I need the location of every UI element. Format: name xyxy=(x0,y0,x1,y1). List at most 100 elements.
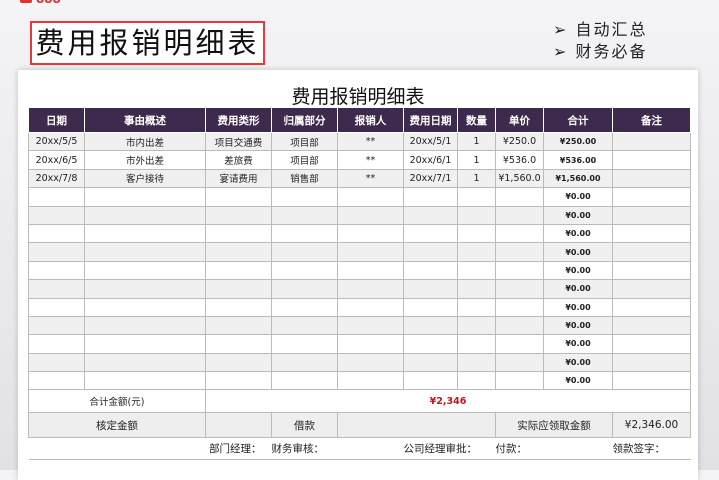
table-cell[interactable] xyxy=(612,242,691,262)
table-cell[interactable] xyxy=(337,187,404,207)
table-cell[interactable] xyxy=(457,223,496,244)
table-cell[interactable] xyxy=(28,371,85,391)
table-cell[interactable] xyxy=(612,297,691,317)
table-cell[interactable] xyxy=(271,371,338,391)
table-cell[interactable]: 市内出差 xyxy=(84,131,206,152)
table-cell[interactable]: ¥0.00 xyxy=(543,297,613,317)
table-cell[interactable] xyxy=(271,315,338,336)
table-cell[interactable] xyxy=(612,334,691,354)
table-cell[interactable] xyxy=(457,205,496,225)
table-cell[interactable] xyxy=(495,371,544,391)
table-cell[interactable] xyxy=(337,242,404,262)
table-cell[interactable] xyxy=(457,315,496,336)
table-cell[interactable] xyxy=(337,205,404,225)
table-cell[interactable] xyxy=(205,279,272,299)
table-cell[interactable]: ¥250.0 xyxy=(495,131,544,152)
approved-value[interactable] xyxy=(205,412,272,439)
table-cell[interactable]: 1 xyxy=(457,150,496,170)
table-cell[interactable] xyxy=(612,315,691,336)
table-cell[interactable] xyxy=(495,297,544,317)
table-cell[interactable] xyxy=(457,187,496,207)
table-cell[interactable] xyxy=(495,315,544,336)
table-cell[interactable] xyxy=(495,352,544,373)
table-cell[interactable] xyxy=(612,223,691,244)
table-cell[interactable] xyxy=(271,352,338,373)
table-cell[interactable] xyxy=(457,334,496,354)
table-cell[interactable]: ¥0.00 xyxy=(543,334,613,354)
table-cell[interactable] xyxy=(403,205,458,225)
table-cell[interactable] xyxy=(457,371,496,391)
table-cell[interactable] xyxy=(403,352,458,373)
table-cell[interactable]: 20xx/5/5 xyxy=(28,131,85,152)
table-cell[interactable] xyxy=(271,297,338,317)
table-cell[interactable] xyxy=(205,352,272,373)
table-cell[interactable]: ** xyxy=(337,131,404,152)
table-cell[interactable] xyxy=(403,334,458,354)
table-cell[interactable] xyxy=(457,279,496,299)
table-cell[interactable]: 客户接待 xyxy=(84,168,206,189)
table-cell[interactable] xyxy=(84,187,206,207)
table-cell[interactable] xyxy=(205,371,272,391)
table-cell[interactable] xyxy=(457,242,496,262)
table-cell[interactable] xyxy=(84,297,206,317)
table-cell[interactable] xyxy=(403,260,458,281)
table-cell[interactable] xyxy=(271,279,338,299)
table-cell[interactable]: ¥0.00 xyxy=(543,223,613,244)
table-cell[interactable] xyxy=(84,334,206,354)
table-cell[interactable] xyxy=(28,205,85,225)
table-cell[interactable] xyxy=(495,260,544,281)
table-cell[interactable] xyxy=(612,352,691,373)
table-cell[interactable] xyxy=(28,315,85,336)
table-cell[interactable]: ¥0.00 xyxy=(543,352,613,373)
table-cell[interactable] xyxy=(337,223,404,244)
table-cell[interactable]: ¥0.00 xyxy=(543,205,613,225)
table-cell[interactable]: 20xx/5/1 xyxy=(403,131,458,152)
table-cell[interactable] xyxy=(403,297,458,317)
table-cell[interactable] xyxy=(28,187,85,207)
table-cell[interactable] xyxy=(84,315,206,336)
table-cell[interactable] xyxy=(495,279,544,299)
table-cell[interactable]: 1 xyxy=(457,168,496,189)
table-cell[interactable] xyxy=(337,297,404,317)
table-cell[interactable] xyxy=(403,187,458,207)
table-cell[interactable] xyxy=(84,352,206,373)
table-cell[interactable] xyxy=(457,352,496,373)
table-cell[interactable] xyxy=(205,223,272,244)
table-cell[interactable] xyxy=(495,205,544,225)
table-cell[interactable]: 20xx/7/1 xyxy=(403,168,458,189)
table-cell[interactable] xyxy=(612,371,691,391)
table-cell[interactable] xyxy=(84,205,206,225)
table-cell[interactable] xyxy=(28,279,85,299)
table-cell[interactable]: ¥536.0 xyxy=(495,150,544,170)
table-cell[interactable] xyxy=(337,352,404,373)
table-cell[interactable] xyxy=(84,279,206,299)
table-cell[interactable] xyxy=(403,315,458,336)
table-cell[interactable]: 20xx/6/1 xyxy=(403,150,458,170)
table-cell[interactable] xyxy=(271,223,338,244)
table-cell[interactable] xyxy=(205,242,272,262)
table-cell[interactable] xyxy=(495,187,544,207)
table-cell[interactable] xyxy=(28,352,85,373)
table-cell[interactable] xyxy=(612,260,691,281)
table-cell[interactable]: ¥250.00 xyxy=(543,131,613,152)
table-cell[interactable]: ¥0.00 xyxy=(543,187,613,207)
table-cell[interactable] xyxy=(457,297,496,317)
table-cell[interactable]: ¥1,560.0 xyxy=(495,168,544,189)
table-cell[interactable] xyxy=(271,242,338,262)
table-cell[interactable] xyxy=(612,131,691,152)
table-cell[interactable] xyxy=(205,205,272,225)
table-cell[interactable] xyxy=(28,297,85,317)
table-cell[interactable] xyxy=(457,260,496,281)
table-cell[interactable]: ¥536.00 xyxy=(543,150,613,170)
table-cell[interactable] xyxy=(271,205,338,225)
table-cell[interactable] xyxy=(403,242,458,262)
table-cell[interactable]: ¥0.00 xyxy=(543,371,613,391)
table-cell[interactable]: ¥0.00 xyxy=(543,315,613,336)
table-cell[interactable] xyxy=(271,187,338,207)
table-cell[interactable] xyxy=(205,334,272,354)
table-cell[interactable]: ¥0.00 xyxy=(543,279,613,299)
table-cell[interactable]: ¥1,560.00 xyxy=(543,168,613,189)
table-cell[interactable] xyxy=(28,223,85,244)
table-cell[interactable] xyxy=(28,242,85,262)
table-cell[interactable]: 项目交通费 xyxy=(205,131,272,152)
